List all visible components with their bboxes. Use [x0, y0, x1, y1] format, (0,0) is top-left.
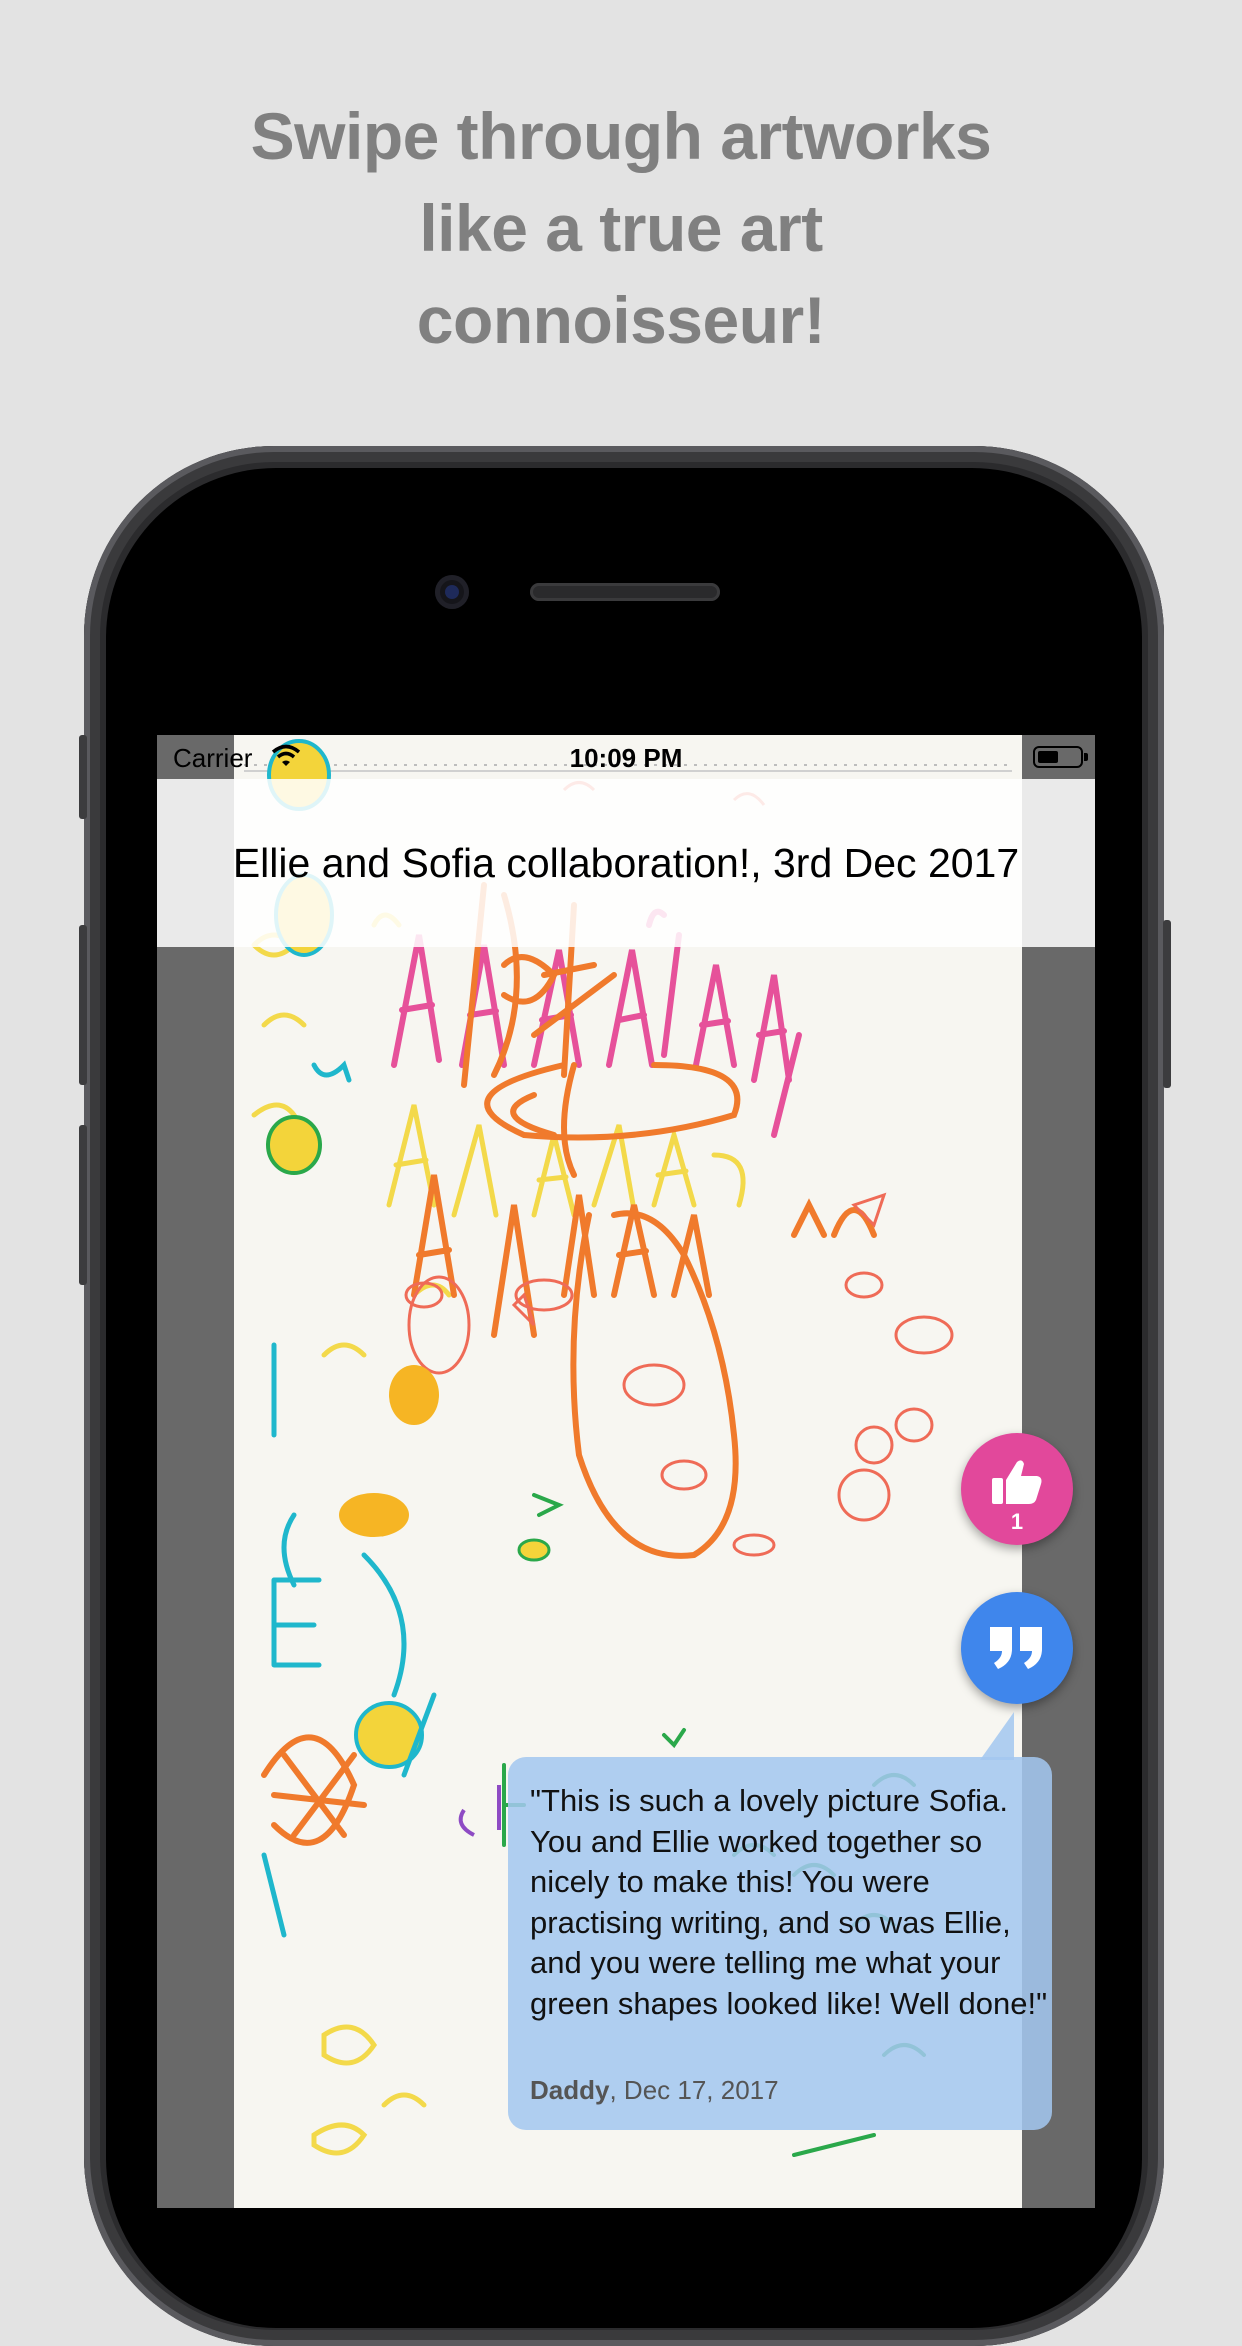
comment-bubble: "This is such a lovely picture Sofia. Yo… — [508, 1757, 1052, 2130]
volume-up-button — [79, 925, 87, 1085]
earpiece-speaker — [530, 583, 720, 601]
volume-down-button — [79, 1125, 87, 1285]
like-button[interactable]: 1 — [961, 1433, 1073, 1545]
comment-date: , Dec 17, 2017 — [609, 2075, 779, 2105]
power-button — [1163, 920, 1171, 1088]
comment-button[interactable] — [961, 1592, 1073, 1704]
front-camera — [435, 575, 469, 609]
comment-text: "This is such a lovely picture Sofia. Yo… — [530, 1783, 1048, 2021]
artwork-title: Ellie and Sofia collaboration!, 3rd Dec … — [232, 839, 1020, 886]
comment-author: Daddy — [530, 2075, 610, 2105]
headline-line-3: connoisseur! — [416, 283, 826, 357]
like-count: 1 — [1010, 1509, 1024, 1534]
comment-meta: Daddy, Dec 17, 2017 — [530, 2075, 779, 2106]
artwork-title-bar: Ellie and Sofia collaboration!, 3rd Dec … — [157, 779, 1095, 947]
status-bar: Carrier 10:09 PM — [157, 735, 1095, 779]
headline: Swipe through artworks like a true art c… — [0, 90, 1242, 366]
mute-switch — [79, 735, 87, 819]
headline-line-1: Swipe through artworks — [250, 99, 992, 173]
comment-bubble-tail — [980, 1712, 1014, 1760]
status-time: 10:09 PM — [569, 743, 683, 773]
battery-icon — [1033, 746, 1088, 768]
headline-line-2: like a true art — [419, 191, 823, 265]
thumbs-up-icon — [992, 1460, 1042, 1504]
quote-icon — [990, 1627, 1042, 1669]
